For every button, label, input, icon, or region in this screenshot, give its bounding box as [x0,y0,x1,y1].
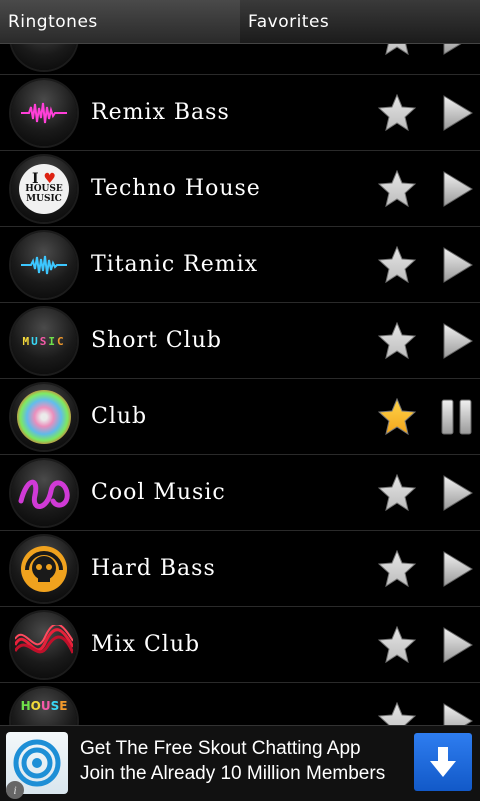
list-item[interactable]: Hard Bass [0,531,480,607]
disco-ball-icon [11,384,77,450]
ringtone-title[interactable]: Hard Bass [91,531,216,606]
ad-line-1: Get The Free Skout Chatting App [80,738,361,759]
blue-waveform-icon [11,232,77,298]
red-wave-icon [11,612,77,678]
star-icon[interactable] [377,701,417,725]
list-item[interactable] [0,44,480,75]
play-icon[interactable] [440,702,474,725]
star-icon[interactable] [377,245,417,284]
stacked-disc-icon [11,44,77,70]
play-icon[interactable] [440,170,474,208]
star-icon[interactable] [377,549,417,588]
star-icon[interactable] [377,321,417,360]
tab-favorites-label: Favorites [248,11,330,32]
info-glyph: i [13,782,17,797]
list-item[interactable]: Mix Club [0,607,480,683]
list-item[interactable]: Club [0,379,480,455]
ringtone-title[interactable]: Club [91,379,147,454]
ringtone-title[interactable]: Techno House [91,151,261,226]
tab-ringtones-label: Ringtones [8,11,98,32]
star-icon[interactable] [377,473,417,512]
ringtone-title[interactable]: Remix Bass [91,75,230,150]
ad-line-2: Join the Already 10 Million Members [80,763,386,784]
star-icon[interactable] [377,169,417,208]
download-button[interactable] [414,733,472,791]
play-icon[interactable] [440,44,474,56]
list-item[interactable]: Cool Music [0,455,480,531]
skull-headphones-icon [11,536,77,602]
list-item[interactable]: MUSIC Short Club [0,303,480,379]
star-icon[interactable] [378,44,416,56]
play-icon[interactable] [440,626,474,664]
ringtone-title[interactable]: Mix Club [91,607,200,682]
ad-text[interactable]: Get The Free Skout Chatting App Join the… [80,736,410,786]
ringtone-list[interactable]: Remix Bass I ♥ HOUSE MUSIC Techno House Titan… [0,44,480,725]
star-icon[interactable] [377,93,417,132]
i-love-house-music-icon: I ♥ HOUSE MUSIC [11,156,77,222]
tab-ringtones[interactable]: Ringtones [0,0,240,44]
music-letters-icon: MUSIC [11,308,77,374]
play-icon[interactable] [440,474,474,512]
play-icon[interactable] [440,246,474,284]
download-arrow-icon [430,747,456,777]
star-filled-icon[interactable] [377,397,417,436]
ringtone-title[interactable]: Cool Music [91,455,226,530]
list-item[interactable]: Titanic Remix [0,227,480,303]
play-icon[interactable] [440,94,474,132]
tab-bar: Ringtones Favorites [0,0,480,44]
info-icon[interactable]: i [6,781,24,799]
list-item[interactable]: I ♥ HOUSE MUSIC Techno House [0,151,480,227]
play-icon[interactable] [440,322,474,360]
star-icon[interactable] [377,625,417,664]
list-item[interactable]: Remix Bass [0,75,480,151]
pause-icon[interactable] [440,398,474,436]
list-item[interactable]: HOUSE [0,683,480,725]
ad-banner[interactable]: Get The Free Skout Chatting App Join the… [0,725,480,801]
ringtone-title[interactable]: Titanic Remix [91,227,258,302]
house-letters-icon: HOUSE [11,688,77,725]
ringtone-title[interactable]: Short Club [91,303,222,378]
tab-favorites[interactable]: Favorites [240,0,480,44]
purple-swirl-icon [11,460,77,526]
pink-waveform-icon [11,80,77,146]
play-icon[interactable] [440,550,474,588]
